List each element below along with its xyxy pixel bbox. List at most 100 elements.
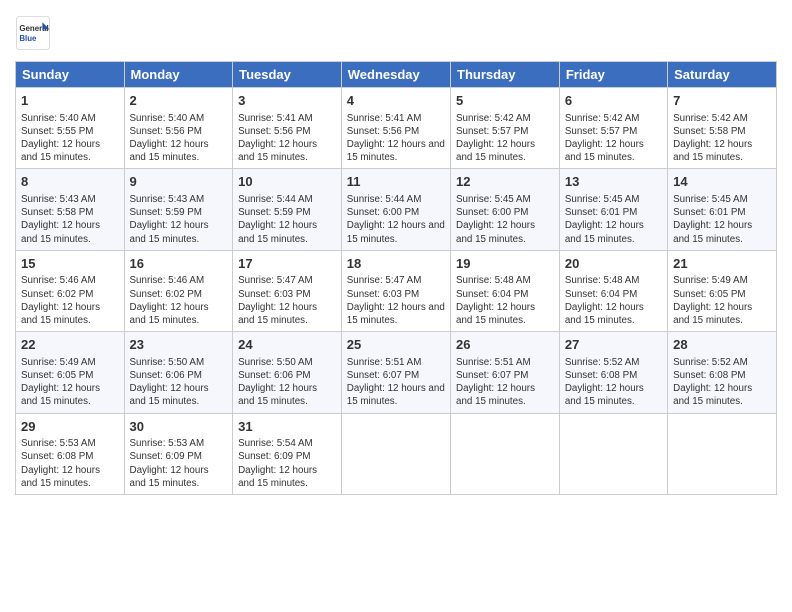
- calendar-cell: 5 Sunrise: 5:42 AMSunset: 5:57 PMDaylight…: [451, 88, 560, 169]
- calendar-cell: 19Sunrise: 5:48 AMSunset: 6:04 PMDayligh…: [451, 250, 560, 331]
- day-number: 29: [21, 418, 119, 436]
- calendar-cell: 30Sunrise: 5:53 AMSunset: 6:09 PMDayligh…: [124, 413, 233, 494]
- day-info: Sunrise: 5:44 AMSunset: 5:59 PMDaylight:…: [238, 193, 336, 246]
- calendar-cell: 18Sunrise: 5:47 AMSunset: 6:03 PMDayligh…: [341, 250, 450, 331]
- day-info: Sunrise: 5:47 AMSunset: 6:03 PMDaylight:…: [347, 274, 445, 327]
- day-header-tuesday: Tuesday: [233, 62, 342, 88]
- day-info: Sunrise: 5:53 AMSunset: 6:08 PMDaylight:…: [21, 437, 119, 490]
- day-info: Sunrise: 5:47 AMSunset: 6:03 PMDaylight:…: [238, 274, 336, 327]
- calendar-cell: 27 Sunrise: 5:52 AMSunset: 6:08 PMDayligh…: [559, 332, 667, 413]
- calendar-cell: [559, 413, 667, 494]
- day-number: 1: [21, 92, 119, 110]
- logo: General Blue: [15, 15, 51, 51]
- day-info: Sunrise: 5:43 AMSunset: 5:58 PMDaylight:…: [21, 193, 119, 246]
- day-info: Sunrise: 5:51 AMSunset: 6:07 PMDaylight:…: [347, 356, 445, 409]
- day-info: Sunrise: 5:50 AMSunset: 6:06 PMDaylight:…: [238, 356, 336, 409]
- day-info: Sunrise: 5:49 AMSunset: 6:05 PMDaylight:…: [673, 274, 771, 327]
- day-number: 18: [347, 255, 445, 273]
- calendar-cell: 31Sunrise: 5:54 AMSunset: 6:09 PMDayligh…: [233, 413, 342, 494]
- day-info: Sunrise: 5:42 AMSunset: 5:57 PMDaylight:…: [565, 112, 662, 165]
- calendar-cell: 16Sunrise: 5:46 AMSunset: 6:02 PMDayligh…: [124, 250, 233, 331]
- day-info: Sunrise: 5:53 AMSunset: 6:09 PMDaylight:…: [130, 437, 228, 490]
- calendar-cell: 2Sunrise: 5:40 AMSunset: 5:56 PMDaylight…: [124, 88, 233, 169]
- calendar-cell: 22 Sunrise: 5:49 AMSunset: 6:05 PMDayligh…: [16, 332, 125, 413]
- day-info: Sunrise: 5:42 AMSunset: 5:57 PMDaylight:…: [456, 112, 554, 165]
- day-header-sunday: Sunday: [16, 62, 125, 88]
- calendar-cell: 13 Sunrise: 5:45 AMSunset: 6:01 PMDayligh…: [559, 169, 667, 250]
- day-info: Sunrise: 5:41 AMSunset: 5:56 PMDaylight:…: [238, 112, 336, 165]
- day-number: 4: [347, 92, 445, 110]
- day-number: 16: [130, 255, 228, 273]
- day-info: Sunrise: 5:50 AMSunset: 6:06 PMDaylight:…: [130, 356, 228, 409]
- day-number: 5: [456, 92, 554, 110]
- day-number: 22: [21, 336, 119, 354]
- calendar-table: SundayMondayTuesdayWednesdayThursdayFrid…: [15, 61, 777, 495]
- day-info: Sunrise: 5:52 AMSunset: 6:08 PMDaylight:…: [565, 356, 662, 409]
- day-number: 21: [673, 255, 771, 273]
- calendar-week-3: 15Sunrise: 5:46 AMSunset: 6:02 PMDayligh…: [16, 250, 777, 331]
- calendar-cell: [668, 413, 777, 494]
- calendar-cell: 4 Sunrise: 5:41 AMSunset: 5:56 PMDaylight…: [341, 88, 450, 169]
- calendar-cell: 29Sunrise: 5:53 AMSunset: 6:08 PMDayligh…: [16, 413, 125, 494]
- day-info: Sunrise: 5:52 AMSunset: 6:08 PMDaylight:…: [673, 356, 771, 409]
- day-number: 12: [456, 173, 554, 191]
- calendar-cell: 6 Sunrise: 5:42 AMSunset: 5:57 PMDaylight…: [559, 88, 667, 169]
- day-info: Sunrise: 5:54 AMSunset: 6:09 PMDaylight:…: [238, 437, 336, 490]
- day-info: Sunrise: 5:40 AMSunset: 5:56 PMDaylight:…: [130, 112, 228, 165]
- day-info: Sunrise: 5:45 AMSunset: 6:01 PMDaylight:…: [565, 193, 662, 246]
- day-header-saturday: Saturday: [668, 62, 777, 88]
- day-header-wednesday: Wednesday: [341, 62, 450, 88]
- calendar-cell: 15Sunrise: 5:46 AMSunset: 6:02 PMDayligh…: [16, 250, 125, 331]
- day-number: 6: [565, 92, 662, 110]
- day-number: 8: [21, 173, 119, 191]
- day-info: Sunrise: 5:48 AMSunset: 6:04 PMDaylight:…: [565, 274, 662, 327]
- calendar-cell: 20Sunrise: 5:48 AMSunset: 6:04 PMDayligh…: [559, 250, 667, 331]
- day-info: Sunrise: 5:48 AMSunset: 6:04 PMDaylight:…: [456, 274, 554, 327]
- calendar-cell: [341, 413, 450, 494]
- calendar-cell: 10 Sunrise: 5:44 AMSunset: 5:59 PMDayligh…: [233, 169, 342, 250]
- calendar-cell: 24 Sunrise: 5:50 AMSunset: 6:06 PMDayligh…: [233, 332, 342, 413]
- calendar-cell: 9 Sunrise: 5:43 AMSunset: 5:59 PMDaylight…: [124, 169, 233, 250]
- day-number: 9: [130, 173, 228, 191]
- day-number: 14: [673, 173, 771, 191]
- calendar-cell: 12 Sunrise: 5:45 AMSunset: 6:00 PMDayligh…: [451, 169, 560, 250]
- day-header-thursday: Thursday: [451, 62, 560, 88]
- calendar-cell: 3 Sunrise: 5:41 AMSunset: 5:56 PMDaylight…: [233, 88, 342, 169]
- day-number: 28: [673, 336, 771, 354]
- svg-text:Blue: Blue: [19, 34, 37, 43]
- day-number: 13: [565, 173, 662, 191]
- day-number: 24: [238, 336, 336, 354]
- day-number: 3: [238, 92, 336, 110]
- day-number: 19: [456, 255, 554, 273]
- calendar-week-2: 8 Sunrise: 5:43 AMSunset: 5:58 PMDaylight…: [16, 169, 777, 250]
- day-info: Sunrise: 5:49 AMSunset: 6:05 PMDaylight:…: [21, 356, 119, 409]
- general-blue-logo-icon: General Blue: [15, 15, 51, 51]
- calendar-cell: [451, 413, 560, 494]
- day-number: 11: [347, 173, 445, 191]
- day-number: 27: [565, 336, 662, 354]
- day-info: Sunrise: 5:41 AMSunset: 5:56 PMDaylight:…: [347, 112, 445, 165]
- calendar-week-1: 1Sunrise: 5:40 AMSunset: 5:55 PMDaylight…: [16, 88, 777, 169]
- calendar-cell: 28 Sunrise: 5:52 AMSunset: 6:08 PMDayligh…: [668, 332, 777, 413]
- day-number: 20: [565, 255, 662, 273]
- day-info: Sunrise: 5:45 AMSunset: 6:00 PMDaylight:…: [456, 193, 554, 246]
- calendar-cell: 1Sunrise: 5:40 AMSunset: 5:55 PMDaylight…: [16, 88, 125, 169]
- calendar-cell: 23 Sunrise: 5:50 AMSunset: 6:06 PMDayligh…: [124, 332, 233, 413]
- calendar-header-row: SundayMondayTuesdayWednesdayThursdayFrid…: [16, 62, 777, 88]
- day-header-friday: Friday: [559, 62, 667, 88]
- calendar-week-4: 22 Sunrise: 5:49 AMSunset: 6:05 PMDayligh…: [16, 332, 777, 413]
- day-info: Sunrise: 5:43 AMSunset: 5:59 PMDaylight:…: [130, 193, 228, 246]
- day-number: 25: [347, 336, 445, 354]
- calendar-cell: 8 Sunrise: 5:43 AMSunset: 5:58 PMDaylight…: [16, 169, 125, 250]
- day-number: 23: [130, 336, 228, 354]
- calendar-week-5: 29Sunrise: 5:53 AMSunset: 6:08 PMDayligh…: [16, 413, 777, 494]
- calendar-cell: 7Sunrise: 5:42 AMSunset: 5:58 PMDaylight…: [668, 88, 777, 169]
- day-number: 10: [238, 173, 336, 191]
- calendar-cell: 17Sunrise: 5:47 AMSunset: 6:03 PMDayligh…: [233, 250, 342, 331]
- day-number: 30: [130, 418, 228, 436]
- calendar-cell: 25 Sunrise: 5:51 AMSunset: 6:07 PMDayligh…: [341, 332, 450, 413]
- day-number: 26: [456, 336, 554, 354]
- day-number: 7: [673, 92, 771, 110]
- day-header-monday: Monday: [124, 62, 233, 88]
- day-number: 15: [21, 255, 119, 273]
